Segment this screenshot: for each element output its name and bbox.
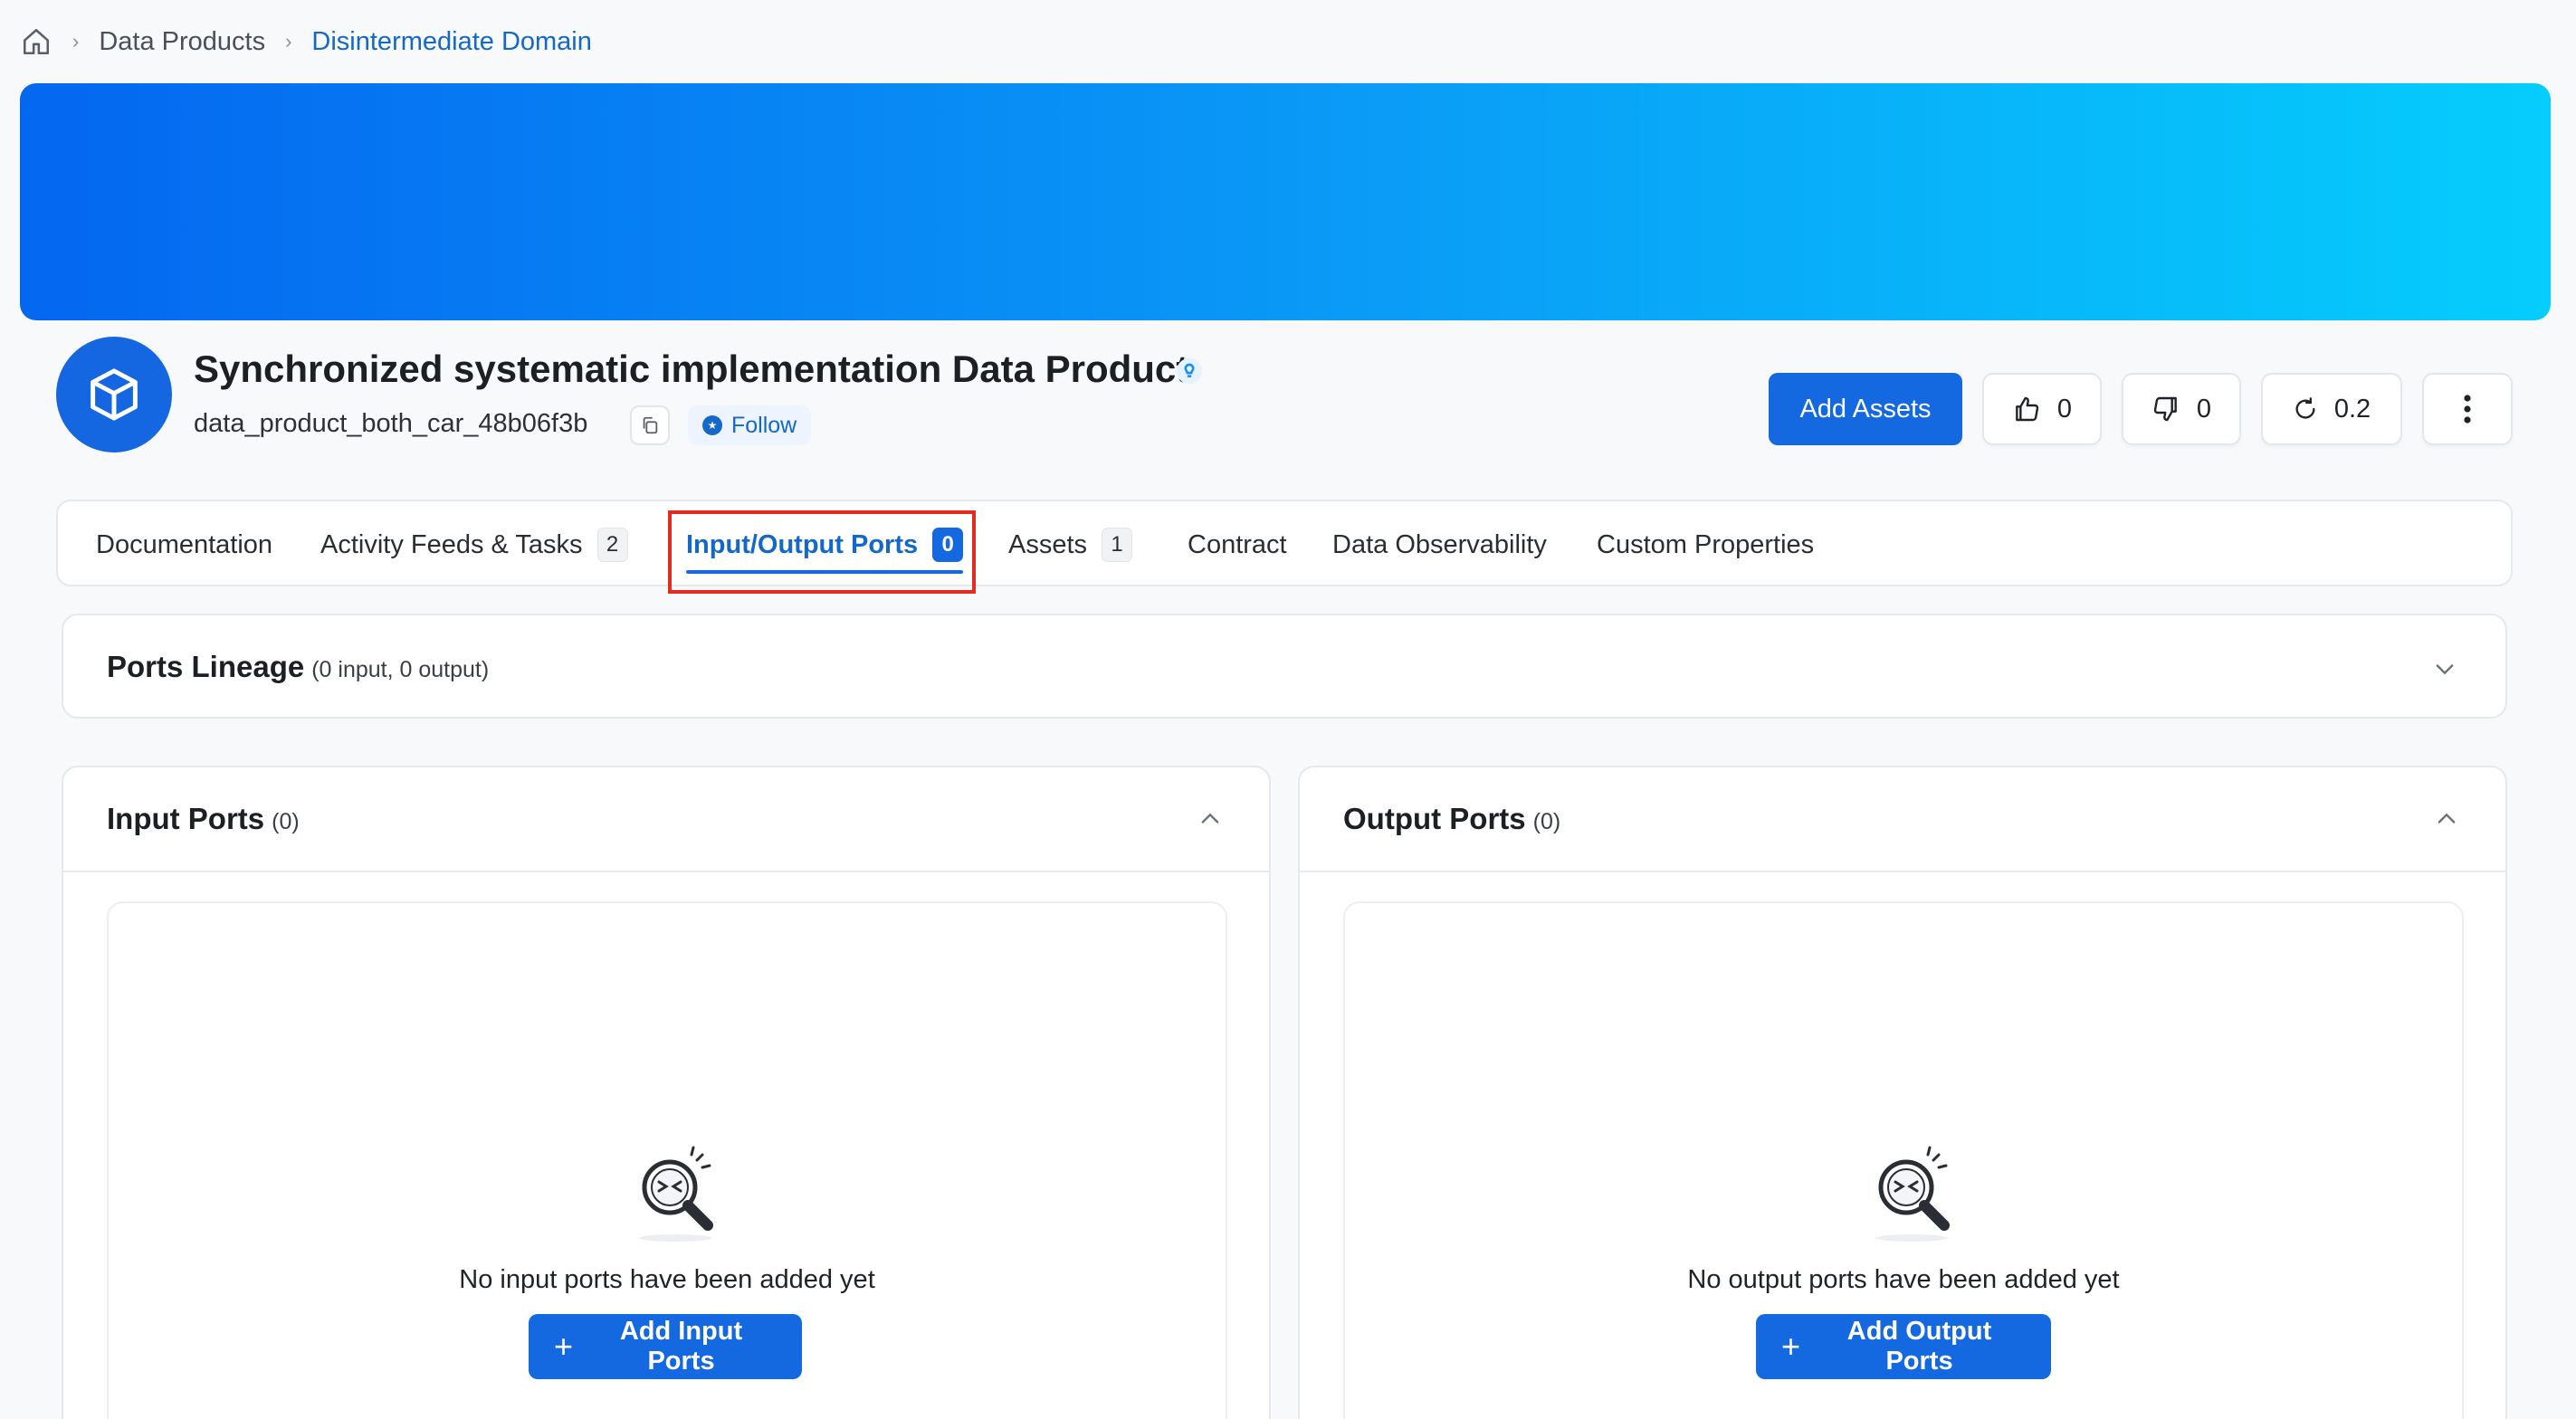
chevron-up-icon[interactable] xyxy=(1197,805,1224,833)
add-assets-button[interactable]: Add Assets xyxy=(1769,373,1962,445)
thumbs-up-icon xyxy=(2016,396,2039,422)
chevron-right-icon: › xyxy=(285,30,292,52)
tab-documentation[interactable]: Documentation xyxy=(96,501,272,588)
output-ports-empty-state: No output ports have been added yet + Ad… xyxy=(1343,901,2464,1419)
follow-label: Follow xyxy=(731,412,797,438)
ports-lineage-title: Ports Lineage (0 input, 0 output) xyxy=(107,650,489,684)
plus-icon: + xyxy=(554,1328,574,1365)
tab-badge: 2 xyxy=(596,528,628,562)
history-icon xyxy=(2295,397,2315,419)
chevron-up-icon[interactable] xyxy=(2433,805,2460,833)
chevron-right-icon: › xyxy=(72,30,80,52)
follow-button[interactable]: ★ Follow xyxy=(688,405,812,445)
plus-icon: + xyxy=(1781,1328,1801,1365)
tab-activity-feeds[interactable]: Activity Feeds & Tasks 2 xyxy=(320,501,628,588)
output-ports-title: Output Ports (0) xyxy=(1343,802,1560,836)
output-ports-card: Output Ports (0) No output ports have bee… xyxy=(1298,766,2507,1419)
breadcrumb-data-products[interactable]: Data Products xyxy=(99,27,265,57)
chevron-down-icon[interactable] xyxy=(2431,655,2458,682)
lightbulb-icon[interactable] xyxy=(1173,355,1206,387)
tab-assets[interactable]: Assets 1 xyxy=(1008,501,1133,588)
more-vertical-icon xyxy=(2464,395,2471,424)
section-count: (0) xyxy=(1532,809,1561,834)
output-ports-header[interactable]: Output Ports (0) xyxy=(1300,767,2505,872)
thumbs-down-icon xyxy=(2153,396,2177,422)
no-data-magnifier-icon xyxy=(639,1146,713,1242)
section-title: Input Ports xyxy=(107,802,265,835)
version-value: 0.2 xyxy=(2333,394,2371,424)
tab-label: Custom Properties xyxy=(1597,529,1815,559)
tab-label: Assets xyxy=(1008,529,1088,559)
version-button[interactable]: 0.2 xyxy=(2261,373,2402,445)
empty-message: No output ports have been added yet xyxy=(1687,1265,2120,1294)
tab-label: Documentation xyxy=(96,529,273,559)
section-title: Output Ports xyxy=(1343,802,1526,835)
home-icon[interactable] xyxy=(20,25,52,58)
button-label: Add Input Ports xyxy=(619,1317,743,1376)
data-product-cube-icon xyxy=(56,337,172,452)
ports-lineage-card[interactable]: Ports Lineage (0 input, 0 output) xyxy=(62,614,2507,719)
tab-custom-properties[interactable]: Custom Properties xyxy=(1597,501,1814,588)
tab-badge: 1 xyxy=(1102,528,1133,562)
dislike-button[interactable]: 0 xyxy=(2122,373,2241,445)
like-count: 0 xyxy=(2056,394,2073,424)
copy-icon xyxy=(643,416,658,434)
tab-label: Contract xyxy=(1188,529,1287,559)
tab-data-observability[interactable]: Data Observability xyxy=(1332,501,1547,588)
button-label: Add Output Ports xyxy=(1846,1317,1992,1376)
section-count: (0) xyxy=(272,809,300,834)
tab-bar: Documentation Activity Feeds & Tasks 2 I… xyxy=(56,500,2513,586)
highlight-box xyxy=(668,510,976,594)
input-ports-title: Input Ports (0) xyxy=(107,802,300,836)
breadcrumb: › Data Products › Disintermediate Domain xyxy=(20,24,592,60)
section-title: Ports Lineage xyxy=(107,650,305,683)
star-icon: ★ xyxy=(702,415,722,435)
empty-message: No input ports have been added yet xyxy=(459,1265,875,1294)
tab-label: Data Observability xyxy=(1332,529,1547,559)
add-output-ports-button[interactable]: + Add Output Ports xyxy=(1756,1314,2051,1379)
tab-label: Activity Feeds & Tasks xyxy=(320,529,583,559)
page-title: Synchronized systematic implementation D… xyxy=(194,348,1189,390)
breadcrumb-domain[interactable]: Disintermediate Domain xyxy=(311,27,591,57)
more-options-button[interactable] xyxy=(2422,373,2513,445)
input-ports-card: Input Ports (0) No input ports have been … xyxy=(62,766,1271,1419)
section-count: (0 input, 0 output) xyxy=(311,657,490,682)
fully-qualified-name: data_product_both_car_48b06f3b xyxy=(194,409,588,438)
add-input-ports-button[interactable]: + Add Input Ports xyxy=(529,1314,802,1379)
copy-button[interactable] xyxy=(630,405,670,445)
cover-banner xyxy=(20,83,2551,320)
tab-contract[interactable]: Contract xyxy=(1188,501,1287,588)
like-button[interactable]: 0 xyxy=(1982,373,2102,445)
no-data-magnifier-icon xyxy=(1875,1146,1950,1242)
input-ports-empty-state: No input ports have been added yet + Add… xyxy=(107,901,1227,1419)
dislike-count: 0 xyxy=(2196,394,2212,424)
input-ports-header[interactable]: Input Ports (0) xyxy=(63,767,1269,872)
